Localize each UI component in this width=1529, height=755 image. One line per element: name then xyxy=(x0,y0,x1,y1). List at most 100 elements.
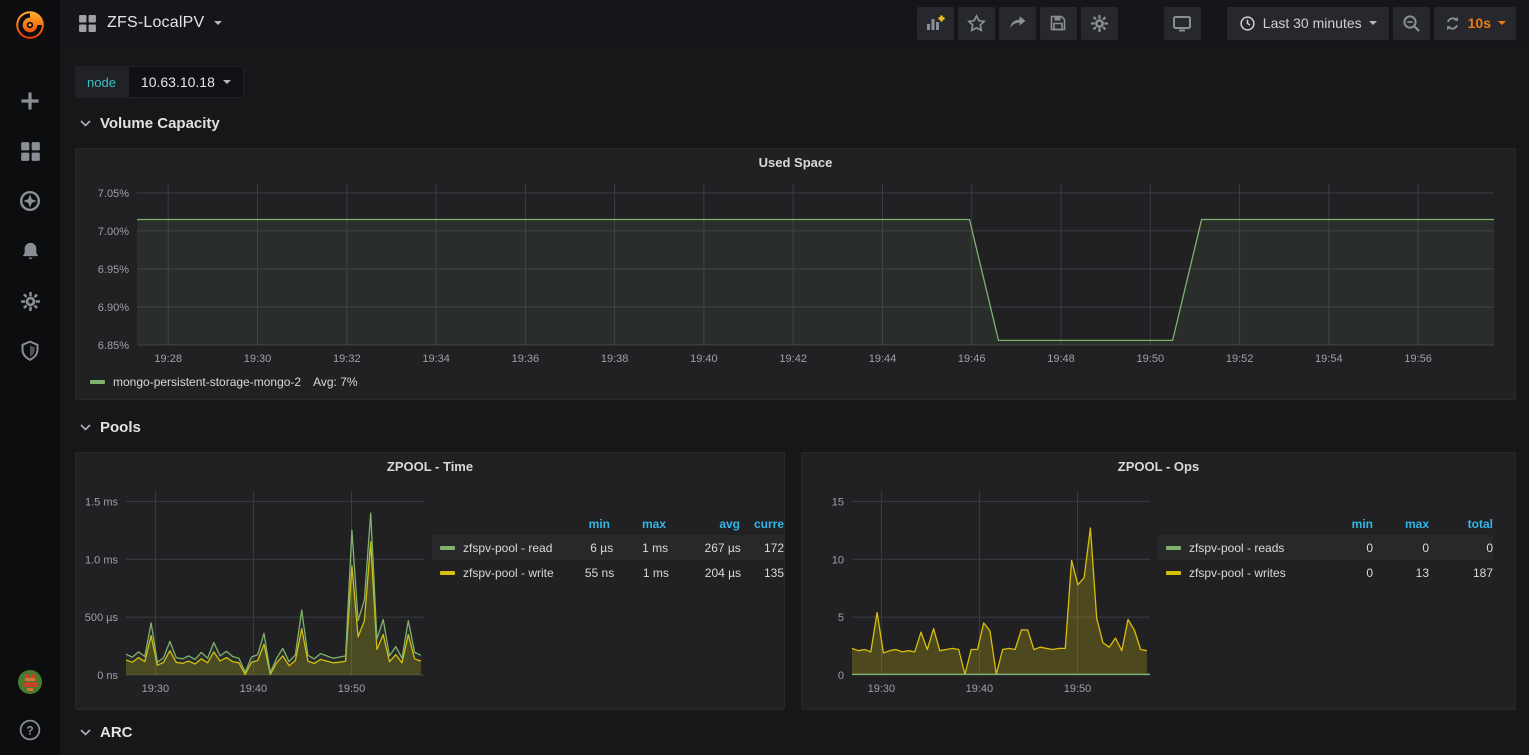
share-button[interactable] xyxy=(999,7,1036,40)
used-space-chart[interactable]: 19:2819:3019:3219:3419:3619:3819:4019:42… xyxy=(85,175,1506,373)
dashboard-title: ZFS-LocalPV xyxy=(107,14,204,32)
svg-text:6.90%: 6.90% xyxy=(98,302,129,314)
add-panel-icon xyxy=(925,14,945,33)
sidebar-item-alerting[interactable] xyxy=(0,238,60,264)
legend-series-name[interactable]: zfspv-pool - read xyxy=(432,541,552,555)
legend-swatch-green xyxy=(440,546,455,550)
zpool-time-chart[interactable]: 19:3019:4019:501.5 ms1.0 ms500 µs0 ns xyxy=(80,479,432,701)
zpool-ops-chart[interactable]: 19:3019:4019:50151050 xyxy=(806,479,1158,701)
refresh-interval: 10s xyxy=(1468,15,1491,31)
question-icon: ? xyxy=(18,718,42,742)
time-range-picker[interactable]: Last 30 minutes xyxy=(1227,7,1389,40)
panel-title-zpool-time[interactable]: ZPOOL - Time xyxy=(76,453,784,479)
refresh-picker[interactable]: 10s xyxy=(1434,7,1516,40)
legend-header-total[interactable]: total xyxy=(1429,517,1493,531)
svg-text:500 µs: 500 µs xyxy=(85,612,119,624)
legend-row-write: zfspv-pool - write 55 ns 1 ms 204 µs 135 xyxy=(432,560,784,585)
legend-swatch-yellow xyxy=(1166,571,1181,575)
svg-text:0 ns: 0 ns xyxy=(97,670,118,682)
variable-node-picker[interactable]: node 10.63.10.18 xyxy=(75,66,244,98)
svg-text:6.85%: 6.85% xyxy=(98,340,129,352)
svg-text:5: 5 xyxy=(838,612,844,624)
svg-text:19:30: 19:30 xyxy=(142,683,170,695)
legend-series-name[interactable]: mongo-persistent-storage-mongo-2 xyxy=(113,375,301,389)
variable-node-caret-icon xyxy=(223,80,231,84)
svg-text:19:50: 19:50 xyxy=(338,683,366,695)
svg-text:19:50: 19:50 xyxy=(1064,683,1092,695)
legend-row-reads: zfspv-pool - reads 0 0 0 xyxy=(1158,535,1493,560)
refresh-icon xyxy=(1444,15,1461,32)
section-arc[interactable]: ARC xyxy=(80,724,133,741)
dashboards-grid-icon xyxy=(20,141,41,162)
sidebar-item-dashboards[interactable] xyxy=(0,138,60,164)
dashboard-body: node 10.63.10.18 Volume Capacity Used Sp… xyxy=(60,46,1529,755)
sidebar: ? xyxy=(0,0,60,755)
legend-header-max[interactable]: max xyxy=(1373,517,1429,531)
svg-text:19:28: 19:28 xyxy=(154,353,182,365)
dashboard-caret-icon xyxy=(214,21,222,25)
legend-swatch-yellow xyxy=(440,571,455,575)
sidebar-item-create[interactable] xyxy=(0,88,60,114)
tv-icon xyxy=(1172,14,1192,33)
legend-value-total: 187 xyxy=(1429,566,1493,580)
chevron-down-icon xyxy=(80,729,91,736)
dashboard-title-menu[interactable]: ZFS-LocalPV xyxy=(78,14,222,33)
shield-icon xyxy=(20,340,40,362)
section-pools[interactable]: Pools xyxy=(80,419,141,436)
chevron-down-icon xyxy=(80,424,91,431)
add-panel-button[interactable] xyxy=(917,7,954,40)
refresh-caret-icon xyxy=(1498,21,1506,25)
svg-text:19:44: 19:44 xyxy=(869,353,897,365)
legend-series-name[interactable]: zfspv-pool - reads xyxy=(1158,541,1311,555)
svg-text:19:50: 19:50 xyxy=(1137,353,1165,365)
panel-title-used-space[interactable]: Used Space xyxy=(76,149,1515,175)
zoom-out-button[interactable] xyxy=(1393,7,1430,40)
legend-header-max[interactable]: max xyxy=(610,517,666,531)
section-volume-capacity[interactable]: Volume Capacity xyxy=(80,115,220,132)
legend-value-min: 0 xyxy=(1311,566,1373,580)
legend-value-current: 135 xyxy=(741,566,784,580)
legend-header-min[interactable]: min xyxy=(548,517,610,531)
plus-icon xyxy=(19,90,41,112)
legend-header-min[interactable]: min xyxy=(1311,517,1373,531)
settings-button[interactable] xyxy=(1081,7,1118,40)
sidebar-item-configuration[interactable] xyxy=(0,288,60,314)
svg-text:19:48: 19:48 xyxy=(1047,353,1075,365)
svg-text:19:56: 19:56 xyxy=(1404,353,1432,365)
legend-series-name[interactable]: zfspv-pool - writes xyxy=(1158,566,1311,580)
legend-value-max: 1 ms xyxy=(614,566,669,580)
sidebar-item-explore[interactable] xyxy=(0,188,60,214)
user-avatar[interactable] xyxy=(17,669,43,700)
star-button[interactable] xyxy=(958,7,995,40)
grafana-logo[interactable] xyxy=(0,0,60,50)
svg-text:19:34: 19:34 xyxy=(422,353,450,365)
legend-value-avg: 204 µs xyxy=(669,566,741,580)
variable-node-value[interactable]: 10.63.10.18 xyxy=(128,66,244,98)
sidebar-item-server-admin[interactable] xyxy=(0,338,60,364)
bell-icon xyxy=(20,241,41,262)
legend-swatch-green xyxy=(1166,546,1181,550)
legend-header-avg[interactable]: avg xyxy=(666,517,740,531)
legend-value-max: 13 xyxy=(1373,566,1429,580)
svg-text:19:30: 19:30 xyxy=(868,683,896,695)
cycle-view-button[interactable] xyxy=(1164,7,1201,40)
legend-avg-value: Avg: 7% xyxy=(313,375,357,389)
svg-text:19:30: 19:30 xyxy=(244,353,272,365)
gear-icon xyxy=(1090,14,1109,33)
panel-title-zpool-ops[interactable]: ZPOOL - Ops xyxy=(802,453,1515,479)
svg-text:7.05%: 7.05% xyxy=(98,188,129,200)
save-button[interactable] xyxy=(1040,7,1077,40)
help-button[interactable]: ? xyxy=(18,718,42,747)
svg-text:19:38: 19:38 xyxy=(601,353,629,365)
svg-text:19:32: 19:32 xyxy=(333,353,361,365)
legend-header-current[interactable]: curre xyxy=(740,517,784,531)
svg-text:19:54: 19:54 xyxy=(1315,353,1343,365)
legend-series-name[interactable]: zfspv-pool - write xyxy=(432,566,554,580)
zpool-time-legend: min max avg curre zfspv-pool - read 6 µs… xyxy=(432,513,784,701)
legend-series-label: zfspv-pool - writes xyxy=(1189,566,1286,580)
panel-used-space: Used Space 19:2819:3019:3219:3419:3619:3… xyxy=(75,148,1516,400)
legend-value-current: 172 xyxy=(741,541,784,555)
svg-text:19:40: 19:40 xyxy=(966,683,994,695)
legend-value-min: 6 µs xyxy=(552,541,613,555)
svg-text:10: 10 xyxy=(832,554,844,566)
